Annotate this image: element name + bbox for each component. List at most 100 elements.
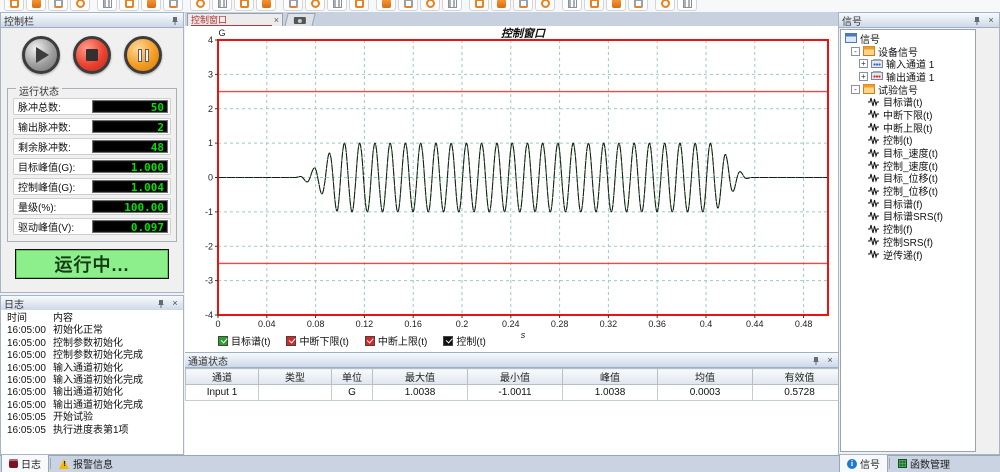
y-tick-label: -1: [205, 207, 213, 217]
toolbar-button[interactable]: [628, 0, 648, 11]
legend-checkbox[interactable]: [443, 336, 453, 346]
tree-expander-icon[interactable]: +: [859, 72, 868, 81]
legend-label: 中断上限(t): [378, 333, 427, 348]
log-row[interactable]: 16:05:00控制参数初始化: [7, 338, 183, 350]
chart-title: 控制窗口: [501, 27, 546, 40]
legend-checkbox[interactable]: [286, 336, 296, 346]
toolbar-button[interactable]: [163, 0, 183, 11]
toolbar-button-icon: [519, 0, 528, 8]
close-icon[interactable]: ×: [825, 355, 835, 365]
log-row[interactable]: 16:05:00输出通道初始化完成: [7, 400, 183, 412]
pin-icon[interactable]: [156, 298, 166, 308]
log-row[interactable]: 16:05:00初始化正常: [7, 325, 183, 337]
tab-close-icon[interactable]: ×: [274, 16, 279, 25]
y-tick-label: 2: [208, 104, 213, 114]
log-row[interactable]: 16:05:05开始试验: [7, 412, 183, 424]
channel-col-header[interactable]: 均值: [658, 369, 753, 385]
status-field-value: 48: [92, 140, 168, 153]
legend-checkbox[interactable]: [218, 336, 228, 346]
toolbar-button-icon: [426, 0, 435, 8]
x-tick-label: 0.32: [600, 319, 618, 329]
close-icon[interactable]: ×: [986, 15, 996, 25]
folder-icon: [863, 84, 875, 94]
tab-bottom_right_tabs-0[interactable]: 信号: [839, 455, 888, 472]
tree-expander-icon[interactable]: +: [859, 59, 868, 68]
toolbar-button[interactable]: [584, 0, 604, 11]
document-area: 控制窗口 × 00.040.080.120.160.20.240.280.320…: [185, 12, 838, 455]
toolbar-button[interactable]: [535, 0, 555, 11]
tab-bottom_left_tabs-0[interactable]: 日志: [1, 455, 49, 472]
pin-icon[interactable]: [972, 15, 982, 25]
folder-icon: [863, 46, 875, 56]
pin-icon[interactable]: [170, 15, 180, 25]
log-row[interactable]: 16:05:00输入通道初始化: [7, 363, 183, 375]
log-text: 执行进度表第1项: [53, 425, 129, 437]
channel-col-header[interactable]: 有效值: [753, 369, 847, 385]
legend-checkbox[interactable]: [365, 336, 375, 346]
channel-cell: Input 1: [186, 385, 259, 401]
channel-col-header[interactable]: 峰值: [563, 369, 658, 385]
table-row[interactable]: Input 1控制G1.0038-1.00111.00380.00030.572…: [186, 385, 847, 401]
toolbar-button[interactable]: [606, 0, 626, 11]
log-text: 输出通道初始化完成: [53, 400, 143, 412]
toolbar-button[interactable]: [469, 0, 489, 11]
status-field-row: 剩余脉冲数:48: [13, 138, 171, 155]
toolbar-button[interactable]: [212, 0, 232, 11]
channel-col-header[interactable]: 类型: [259, 369, 332, 385]
toolbar-button[interactable]: [141, 0, 161, 11]
toolbar-button[interactable]: [256, 0, 276, 11]
channel-status-title: 通道状态: [188, 353, 228, 368]
toolbar-button[interactable]: [562, 0, 582, 11]
toolbar-button[interactable]: [119, 0, 139, 11]
tree-expander-icon[interactable]: -: [851, 85, 860, 94]
tab-screenshot[interactable]: [284, 13, 315, 27]
toolbar-button[interactable]: [398, 0, 418, 11]
log-row[interactable]: 16:05:05执行进度表第1项: [7, 425, 183, 437]
toolbar-button[interactable]: [26, 0, 46, 11]
pause-button[interactable]: [124, 36, 162, 74]
toolbar-button[interactable]: [48, 0, 68, 11]
toolbar-button-icon: [240, 0, 249, 8]
channel-col-header[interactable]: 单位: [332, 369, 373, 385]
output-channel-icon: [871, 71, 883, 81]
tree-expander-icon[interactable]: -: [851, 47, 860, 56]
x-tick-label: 0.44: [746, 319, 764, 329]
log-row[interactable]: 16:05:00控制参数初始化完成: [7, 350, 183, 362]
toolbar-button-icon: [76, 0, 85, 8]
x-tick-label: 0.48: [795, 319, 813, 329]
channel-col-header[interactable]: 最大值: [373, 369, 468, 385]
toolbar-button[interactable]: [677, 0, 697, 11]
play-button[interactable]: [22, 36, 60, 74]
tree-item[interactable]: 逆传递(f): [843, 248, 975, 261]
toolbar-button[interactable]: [327, 0, 347, 11]
toolbar-button[interactable]: [349, 0, 369, 11]
close-icon[interactable]: ×: [170, 298, 180, 308]
toolbar-button[interactable]: [376, 0, 396, 11]
toolbar-button[interactable]: [70, 0, 90, 11]
toolbar-button[interactable]: [283, 0, 303, 11]
log-row[interactable]: 16:05:00输出通道初始化: [7, 387, 183, 399]
tab-bottom_left_tabs-1[interactable]: !报警信息: [52, 455, 120, 472]
toolbar-button[interactable]: [190, 0, 210, 11]
toolbar-button[interactable]: [513, 0, 533, 11]
toolbar-button[interactable]: [97, 0, 117, 11]
tab-control-window[interactable]: 控制窗口 ×: [187, 13, 283, 26]
pin-icon[interactable]: [811, 355, 821, 365]
tab-bottom_right_tabs-1[interactable]: 函数管理: [891, 455, 957, 472]
toolbar-button[interactable]: [491, 0, 511, 11]
toolbar-button[interactable]: [420, 0, 440, 11]
toolbar-button[interactable]: [305, 0, 325, 11]
toolbar-button[interactable]: [234, 0, 254, 11]
toolbar-button[interactable]: [655, 0, 675, 11]
toolbar-button-icon: [289, 0, 298, 8]
stop-button[interactable]: [73, 36, 111, 74]
signal-root-icon: [845, 33, 857, 43]
log-time: 16:05:00: [7, 363, 53, 375]
control-window-chart[interactable]: 00.040.080.120.160.20.240.280.320.360.40…: [185, 26, 838, 350]
toolbar-button[interactable]: [442, 0, 462, 11]
log-row[interactable]: 16:05:00输入通道初始化完成: [7, 375, 183, 387]
waveform-icon: [868, 148, 880, 158]
channel-col-header[interactable]: 最小值: [468, 369, 563, 385]
channel-col-header[interactable]: 通道: [186, 369, 259, 385]
toolbar-button[interactable]: [4, 0, 24, 11]
